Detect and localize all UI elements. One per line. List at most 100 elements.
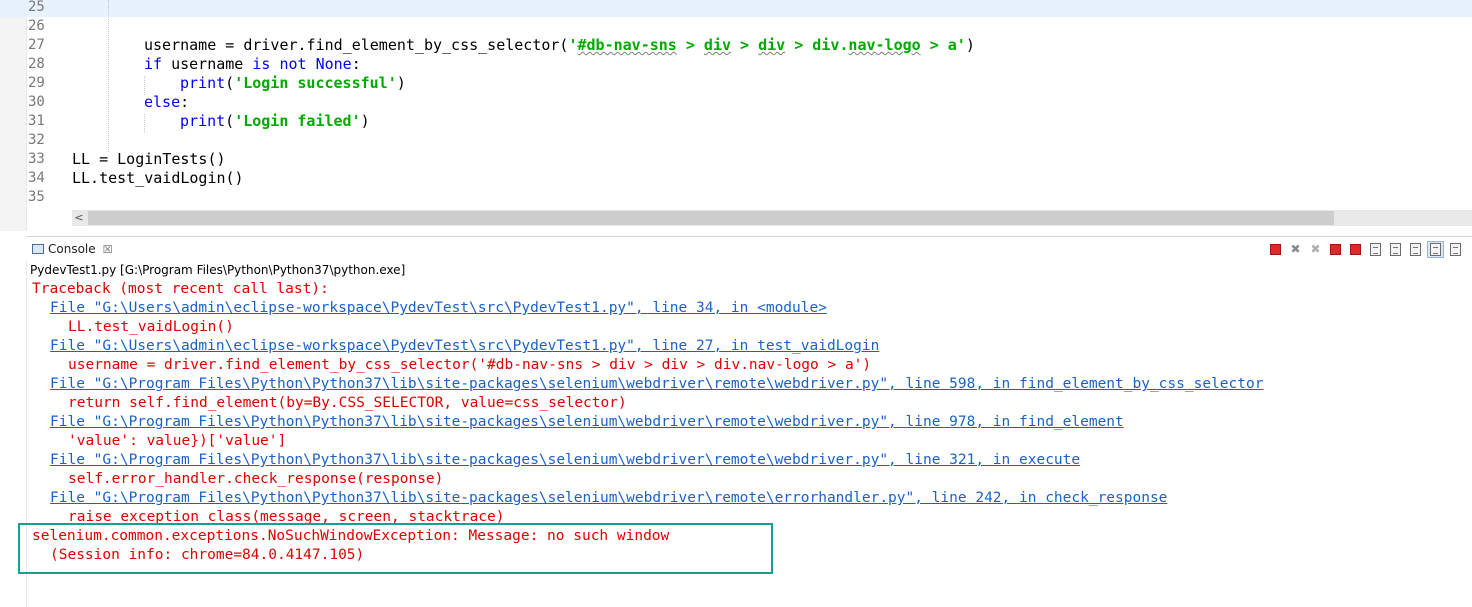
code-token: is: [252, 55, 271, 73]
pin-console-icon[interactable]: [1427, 240, 1444, 258]
terminate-icon-shape: [1270, 243, 1281, 255]
line-number: 30: [28, 94, 45, 110]
code-line[interactable]: 32: [0, 131, 1472, 150]
code-token: ): [360, 112, 370, 130]
code-token: 'Login successful': [234, 74, 397, 92]
code-text: LL.test_vaidLogin(): [72, 169, 244, 188]
traceback-file-link[interactable]: File "G:\Program Files\Python\Python37\l…: [50, 489, 1167, 508]
line-number: 35: [28, 189, 45, 205]
code-token: div: [703, 36, 732, 54]
code-line[interactable]: 33 LL = LoginTests(): [0, 150, 1472, 169]
code-token: div: [758, 36, 786, 54]
code-text: if username is not None:: [144, 55, 361, 74]
line-number: 26: [28, 18, 45, 34]
display-selected-console-icon-shape: [1450, 242, 1461, 256]
code-token: :: [351, 55, 361, 73]
remove-all-terminated-icon[interactable]: ✖: [1307, 241, 1324, 258]
code-editor[interactable]: 25 26 27 username = driver.find_element_by_…: [0, 0, 1472, 231]
display-selected-console-icon[interactable]: [1447, 241, 1464, 258]
code-line[interactable]: 26: [0, 17, 1472, 36]
console-line: LL.test_vaidLogin(): [68, 319, 234, 335]
line-number: 31: [28, 113, 45, 129]
word-wrap-icon-shape: [1410, 242, 1421, 256]
console-line: username = driver.find_element_by_css_se…: [68, 357, 872, 373]
clear-console-icon-shape: [1370, 242, 1381, 256]
line-number: 32: [28, 132, 45, 148]
line-number: 34: [28, 170, 45, 186]
code-line[interactable]: 25: [0, 0, 1472, 17]
code-token: None: [315, 55, 352, 73]
code-token: if: [144, 55, 163, 73]
code-token: ): [396, 74, 406, 92]
code-text: print('Login successful'): [180, 74, 406, 93]
code-token: (: [225, 112, 235, 130]
stop-icon-shape: [1330, 243, 1341, 255]
remove-launch-icon[interactable]: ✖: [1287, 241, 1304, 258]
code-line[interactable]: 34 LL.test_vaidLogin(): [0, 169, 1472, 188]
scrollbar-thumb[interactable]: [88, 211, 1334, 225]
code-line[interactable]: 29 print('Login successful'): [0, 74, 1472, 93]
traceback-file-link[interactable]: File "G:\Users\admin\eclipse-workspace\P…: [50, 337, 879, 356]
traceback-file-link[interactable]: File "G:\Program Files\Python\Python37\l…: [50, 451, 1080, 470]
tab-console[interactable]: Console ☒: [32, 240, 113, 258]
editor-horizontal-scrollbar[interactable]: <: [72, 210, 1472, 226]
code-text: username = driver.find_element_by_css_se…: [144, 36, 975, 55]
code-line[interactable]: 35: [0, 188, 1472, 207]
code-text: else:: [144, 93, 189, 112]
clear-console-icon[interactable]: [1367, 241, 1384, 258]
code-token: LL = LoginTests(): [72, 150, 226, 168]
traceback-file-link[interactable]: File "G:\Users\admin\eclipse-workspace\P…: [50, 299, 827, 318]
code-text: LL = LoginTests(): [72, 150, 226, 169]
indent-guide: [144, 114, 145, 133]
scroll-lock-icon-shape: [1390, 242, 1401, 256]
close-icon[interactable]: ☒: [103, 243, 113, 256]
code-token: > div.: [785, 36, 849, 54]
code-token: >: [731, 36, 759, 54]
code-token: ): [965, 36, 975, 54]
console-line: return self.find_element(by=By.CSS_SELEC…: [68, 395, 627, 411]
indent-guide: [144, 76, 145, 95]
pin-console-icon-shape: [1430, 242, 1441, 256]
stop-icon[interactable]: [1327, 241, 1344, 258]
code-token: > a': [920, 36, 966, 54]
tab-console-label: Console: [48, 242, 96, 256]
code-token: >: [676, 36, 704, 54]
code-token: #db-nav-sns: [577, 36, 677, 54]
code-token: 'Login failed': [234, 112, 361, 130]
word-wrap-icon[interactable]: [1407, 241, 1424, 258]
code-line[interactable]: 31 print('Login failed'): [0, 112, 1472, 131]
code-token: (: [225, 74, 235, 92]
terminate-icon[interactable]: [1267, 241, 1284, 258]
scroll-lock-icon[interactable]: [1387, 241, 1404, 258]
line-number: 27: [28, 37, 45, 53]
console-process-path: PydevTest1.py [G:\Program Files\Python\P…: [30, 263, 406, 277]
line-number: 29: [28, 75, 45, 91]
line-number: 28: [28, 56, 45, 72]
code-token: print: [180, 74, 226, 92]
code-token: LL.test_vaidLogin(): [72, 169, 244, 187]
stop-all-icon-shape: [1350, 243, 1361, 255]
console-line: self.error_handler.check_response(respon…: [68, 471, 444, 487]
stop-all-icon[interactable]: [1347, 241, 1364, 258]
code-line[interactable]: 28 if username is not None:: [0, 55, 1472, 74]
console-line: Traceback (most recent call last):: [32, 281, 329, 297]
code-text: print('Login failed'): [180, 112, 370, 131]
traceback-file-link[interactable]: File "G:\Program Files\Python\Python37\l…: [50, 413, 1124, 432]
code-token: not: [279, 55, 307, 73]
code-line[interactable]: 27 username = driver.find_element_by_css_…: [0, 36, 1472, 55]
error-highlight-box: [18, 523, 773, 574]
code-token: nav-logo: [848, 36, 921, 54]
code-token: username = driver.find_element_by_css_se…: [144, 36, 569, 54]
scroll-left-arrow-icon[interactable]: <: [72, 210, 86, 226]
code-token: :: [180, 93, 190, 111]
code-line[interactable]: 30 else:: [0, 93, 1472, 112]
line-number: 25: [28, 0, 45, 15]
traceback-file-link[interactable]: File "G:\Program Files\Python\Python37\l…: [50, 375, 1263, 394]
line-number: 33: [28, 151, 45, 167]
code-token: username: [162, 55, 253, 73]
console-view-header: Console ☒ ✖ ✖: [26, 236, 1472, 261]
code-token: print: [180, 112, 226, 130]
console-icon: [32, 244, 44, 254]
console-line: 'value': value})['value']: [68, 433, 287, 449]
